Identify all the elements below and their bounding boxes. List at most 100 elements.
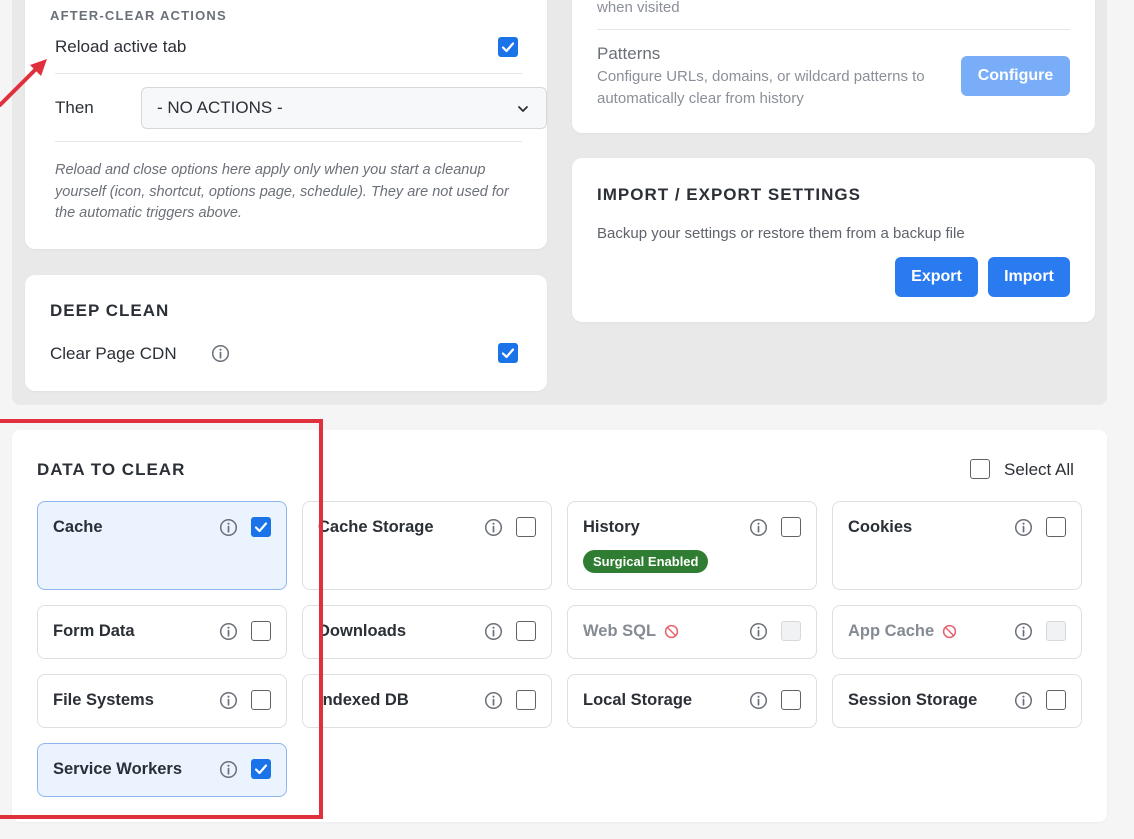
info-icon[interactable]: [484, 518, 503, 537]
data-type-form-data[interactable]: Form Data: [37, 605, 287, 659]
data-type-indexed-db[interactable]: Indexed DB: [302, 674, 552, 728]
data-type-label-text: App Cache: [848, 622, 935, 640]
reload-active-tab-label: Reload active tab: [55, 37, 187, 56]
import-export-description: Backup your settings or restore them fro…: [597, 225, 965, 242]
data-type-label: Cookies: [848, 518, 912, 537]
reload-active-tab-checkbox[interactable]: [498, 37, 518, 57]
data-type-label: App Cache: [848, 622, 957, 641]
data-type-checkbox[interactable]: [251, 517, 271, 537]
data-type-local-storage[interactable]: Local Storage: [567, 674, 817, 728]
deep-clean-card: DEEP CLEAN Clear Page CDN: [25, 275, 547, 391]
data-type-label-text: Session Storage: [848, 691, 978, 709]
history-patterns-card: when visited Patterns Configure URLs, do…: [572, 0, 1095, 133]
data-type-checkbox: [1046, 621, 1066, 641]
chevron-down-icon: [518, 106, 528, 113]
divider: [55, 141, 522, 142]
import-button[interactable]: Import: [988, 257, 1070, 297]
data-type-checkbox[interactable]: [1046, 690, 1066, 710]
after-clear-heading: AFTER-CLEAR ACTIONS: [50, 8, 227, 23]
data-type-cache[interactable]: Cache: [37, 501, 287, 590]
data-type-label-text: Service Workers: [53, 760, 183, 778]
data-type-label-text: Cookies: [848, 518, 913, 536]
import-export-title: IMPORT / EXPORT SETTINGS: [597, 185, 861, 204]
data-type-checkbox[interactable]: [251, 621, 271, 641]
data-type-checkbox[interactable]: [781, 517, 801, 537]
data-type-label: Session Storage: [848, 691, 977, 710]
info-icon[interactable]: [1014, 518, 1033, 537]
surgical-enabled-badge: Surgical Enabled: [583, 550, 709, 573]
data-type-checkbox: [781, 621, 801, 641]
data-type-label-text: File Systems: [53, 691, 154, 709]
patterns-title: Patterns: [597, 44, 661, 63]
clear-page-cdn-checkbox[interactable]: [498, 343, 518, 363]
data-type-service-workers[interactable]: Service Workers: [37, 743, 287, 797]
info-icon[interactable]: [484, 622, 503, 641]
divider: [597, 29, 1070, 30]
data-type-label-text: Form Data: [53, 622, 135, 640]
after-clear-note: Reload and close options here apply only…: [55, 162, 509, 221]
data-type-session-storage[interactable]: Session Storage: [832, 674, 1082, 728]
export-button[interactable]: Export: [895, 257, 978, 297]
after-clear-actions-card: AFTER-CLEAR ACTIONS Reload active tab Th…: [25, 0, 547, 249]
clear-page-cdn-label: Clear Page CDN: [50, 344, 177, 363]
data-type-label-text: Web SQL: [583, 622, 657, 640]
data-type-web-sql[interactable]: Web SQL: [567, 605, 817, 659]
then-label: Then: [55, 98, 94, 117]
data-type-cookies[interactable]: Cookies: [832, 501, 1082, 590]
data-type-label-text: Indexed DB: [318, 691, 409, 709]
info-icon[interactable]: [749, 691, 768, 710]
info-icon[interactable]: [1014, 622, 1033, 641]
data-type-checkbox[interactable]: [516, 690, 536, 710]
data-type-downloads[interactable]: Downloads: [302, 605, 552, 659]
divider: [55, 73, 522, 74]
data-type-label: Downloads: [318, 622, 406, 641]
data-type-label-text: Local Storage: [583, 691, 693, 709]
data-type-checkbox[interactable]: [516, 517, 536, 537]
not-supported-icon: [656, 622, 679, 640]
data-type-checkbox[interactable]: [251, 759, 271, 779]
info-icon[interactable]: [484, 691, 503, 710]
info-icon[interactable]: [219, 760, 238, 779]
data-type-label: File Systems: [53, 691, 154, 710]
data-type-label: Web SQL: [583, 622, 679, 641]
data-type-label-text: Cache Storage: [318, 518, 434, 536]
configure-button[interactable]: Configure: [961, 56, 1070, 96]
deep-clean-title: DEEP CLEAN: [50, 301, 170, 320]
data-type-label: Indexed DB: [318, 691, 409, 710]
data-type-checkbox[interactable]: [1046, 517, 1066, 537]
then-action-select[interactable]: - NO ACTIONS -: [141, 87, 547, 129]
info-icon[interactable]: [219, 622, 238, 641]
data-type-label: Form Data: [53, 622, 135, 641]
data-type-label-text: History: [583, 518, 640, 536]
data-to-clear-card: DATA TO CLEAR Select All Cache Cache Stor…: [12, 430, 1107, 822]
data-type-label: Local Storage: [583, 691, 692, 710]
patterns-description: Configure URLs, domains, or wildcard pat…: [597, 68, 925, 107]
info-icon[interactable]: [219, 691, 238, 710]
import-export-card: IMPORT / EXPORT SETTINGS Backup your set…: [572, 158, 1095, 322]
info-icon[interactable]: [211, 344, 230, 363]
check-icon: [501, 42, 515, 53]
data-type-label: Cache: [53, 518, 103, 537]
data-type-app-cache[interactable]: App Cache: [832, 605, 1082, 659]
check-icon: [501, 348, 515, 359]
when-visited-text: when visited: [597, 0, 680, 16]
then-action-value: - NO ACTIONS -: [157, 98, 283, 117]
info-icon[interactable]: [749, 518, 768, 537]
info-icon[interactable]: [749, 622, 768, 641]
data-type-label: Cache Storage: [318, 518, 434, 537]
data-type-file-systems[interactable]: File Systems: [37, 674, 287, 728]
select-all-checkbox[interactable]: [970, 459, 990, 479]
data-type-checkbox[interactable]: [781, 690, 801, 710]
not-supported-icon: [934, 622, 957, 640]
data-type-checkbox[interactable]: [516, 621, 536, 641]
info-icon[interactable]: [219, 518, 238, 537]
data-type-history[interactable]: History Surgical Enabled: [567, 501, 817, 590]
annotation-arrow-icon: [0, 59, 47, 107]
data-type-checkbox[interactable]: [251, 690, 271, 710]
select-all-label: Select All: [1004, 460, 1074, 479]
data-type-label: History: [583, 518, 640, 537]
data-type-label-text: Cache: [53, 518, 103, 536]
info-icon[interactable]: [1014, 691, 1033, 710]
data-type-cache-storage[interactable]: Cache Storage: [302, 501, 552, 590]
data-type-label-text: Downloads: [318, 622, 407, 640]
